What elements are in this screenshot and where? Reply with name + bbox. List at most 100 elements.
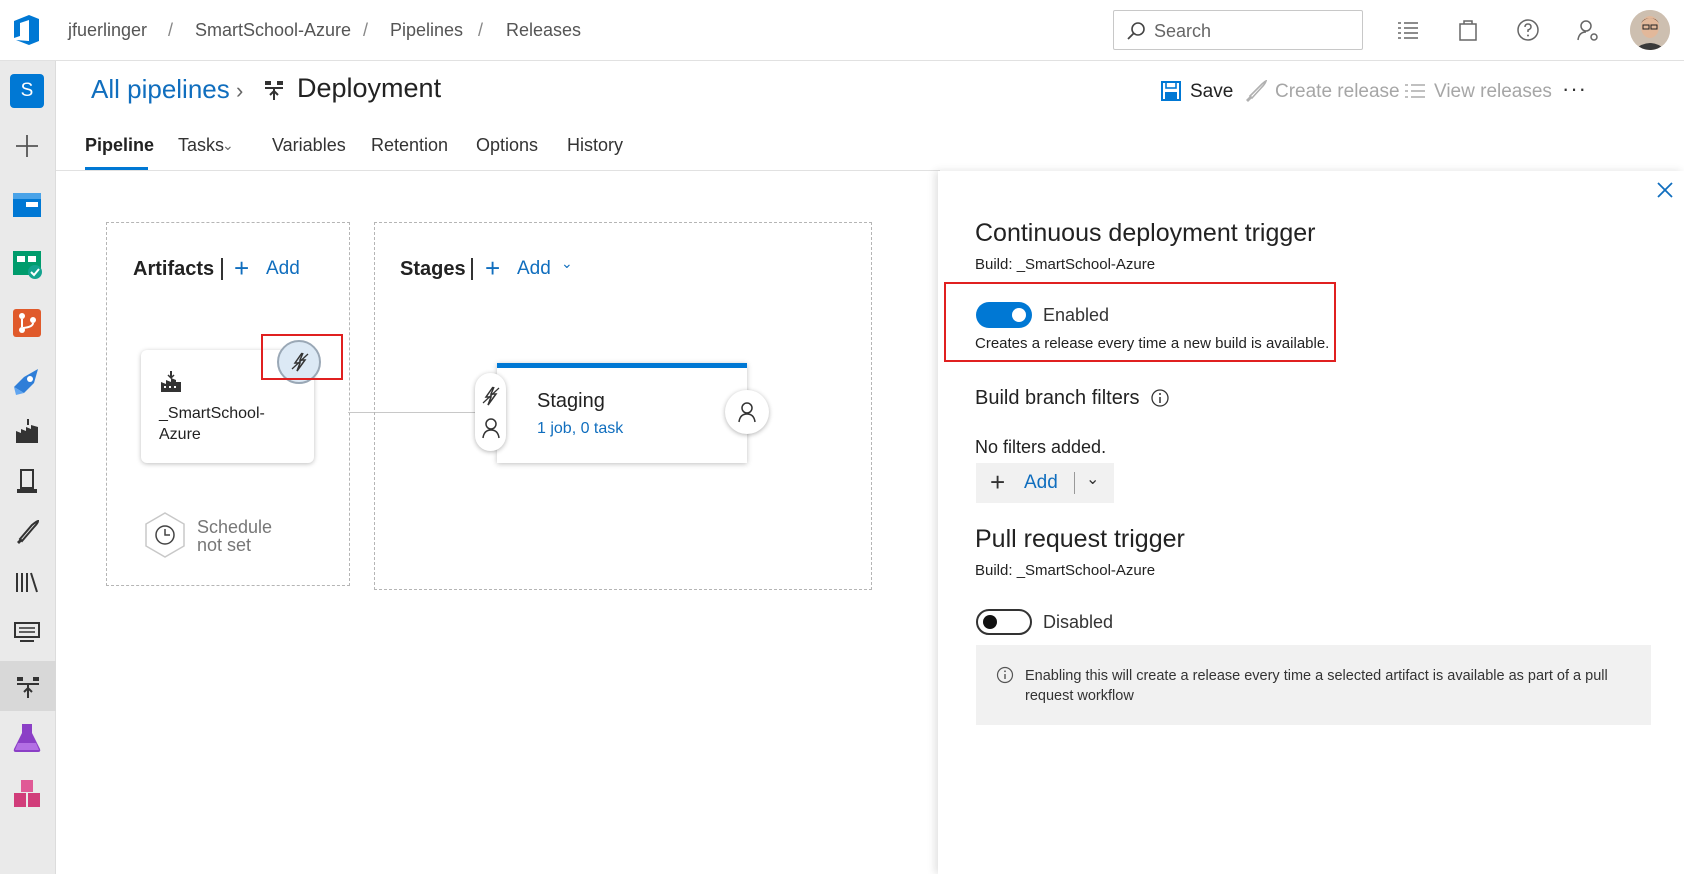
page-title: Deployment xyxy=(297,73,442,103)
pipelines-icon[interactable] xyxy=(10,365,44,399)
save-icon xyxy=(1161,81,1181,101)
stage-card-staging[interactable] xyxy=(497,363,747,463)
plus-icon: + xyxy=(485,253,501,283)
deployment-rocket-icon[interactable] xyxy=(10,515,44,549)
create-release-label: Create release xyxy=(1275,81,1400,102)
stages-title: Stages xyxy=(400,258,466,280)
more-actions-button[interactable]: ··· xyxy=(1562,76,1587,102)
releases-icon[interactable] xyxy=(10,465,44,499)
breadcrumb-releases[interactable]: Releases xyxy=(506,20,581,41)
view-releases-label: View releases xyxy=(1434,81,1552,102)
post-deployment-conditions-button[interactable] xyxy=(725,390,769,434)
pr-trigger-build: Build: _SmartSchool-Azure xyxy=(975,562,1156,579)
tab-tasks[interactable]: Tasks xyxy=(178,135,224,156)
user-settings-icon[interactable] xyxy=(1576,18,1600,42)
azure-devops-logo-icon[interactable] xyxy=(12,14,42,46)
pr-info-line-1: Enabling this will create a release ever… xyxy=(1025,668,1608,684)
schedule-line-1: Schedule xyxy=(197,517,273,537)
artifacts-title: Artifacts xyxy=(133,258,215,280)
highlight-box-enabled xyxy=(944,282,1336,362)
tab-retention[interactable]: Retention xyxy=(371,135,448,156)
release-pipeline-icon xyxy=(265,81,283,100)
deployment-groups-icon xyxy=(17,677,39,698)
chevron-right-icon: › xyxy=(236,78,244,103)
project-badge[interactable]: S xyxy=(10,74,44,108)
header-divider xyxy=(56,170,940,171)
schedule-status[interactable]: Schedule not set xyxy=(197,518,272,554)
divider xyxy=(471,258,473,280)
tab-options[interactable]: Options xyxy=(476,135,538,156)
breadcrumb-pipelines[interactable]: Pipelines xyxy=(390,20,463,41)
stage-name[interactable]: Staging xyxy=(537,390,605,413)
create-release-button[interactable]: Create release xyxy=(1243,78,1400,108)
artifacts-icon[interactable] xyxy=(10,777,44,811)
add-artifact-button[interactable]: + Add xyxy=(234,253,304,285)
tab-history[interactable]: History xyxy=(567,135,623,156)
breadcrumb-separator: / xyxy=(168,20,174,40)
help-icon[interactable] xyxy=(1516,18,1540,42)
breadcrumb-project[interactable]: SmartSchool-Azure xyxy=(195,20,351,41)
schedule-line-2: not set xyxy=(197,535,252,555)
no-filters-text: No filters added. xyxy=(975,437,1107,457)
plus-icon: + xyxy=(234,253,250,283)
lightning-icon xyxy=(482,386,500,406)
chevron-down-icon[interactable]: ⌄ xyxy=(222,137,234,154)
stage-jobs-link[interactable]: 1 job, 0 task xyxy=(537,420,623,438)
approver-icon xyxy=(738,402,756,423)
builds-icon[interactable] xyxy=(10,415,44,449)
schedule-icon[interactable] xyxy=(143,511,187,559)
cd-trigger-title: Continuous deployment trigger xyxy=(975,219,1316,247)
save-label: Save xyxy=(1190,81,1234,102)
add-stage-label: Add xyxy=(517,258,551,279)
avatar[interactable] xyxy=(1630,10,1670,50)
repos-icon[interactable] xyxy=(10,306,44,340)
add-stage-button[interactable]: + Add ⌄ xyxy=(485,253,577,285)
test-plans-icon[interactable] xyxy=(10,721,44,755)
cd-trigger-build: Build: _SmartSchool-Azure xyxy=(975,256,1156,273)
info-icon xyxy=(996,666,1014,684)
add-branch-filter-button[interactable]: + Add ⌄ xyxy=(976,463,1114,503)
add-filter-label: Add xyxy=(1024,472,1058,493)
overview-icon[interactable] xyxy=(10,188,44,222)
close-icon[interactable] xyxy=(1656,181,1674,199)
breadcrumb-separator: / xyxy=(363,20,369,40)
pr-trigger-toggle[interactable] xyxy=(976,609,1032,635)
task-groups-icon[interactable] xyxy=(10,615,44,649)
artifact-name: _SmartSchool-Azure xyxy=(159,405,265,443)
add-icon[interactable] xyxy=(10,129,44,163)
pr-info-text: Enabling this will create a release ever… xyxy=(1025,666,1640,706)
search-input[interactable]: Search xyxy=(1113,10,1363,50)
chevron-down-icon[interactable]: ⌄ xyxy=(1086,469,1099,489)
tab-pipeline[interactable]: Pipeline xyxy=(85,135,154,156)
pr-trigger-title: Pull request trigger xyxy=(975,525,1185,553)
divider xyxy=(221,258,223,280)
breadcrumb-org[interactable]: jfuerlinger xyxy=(68,20,147,41)
pr-disabled-label: Disabled xyxy=(1043,612,1114,632)
pr-info-line-2: request workflow xyxy=(1025,688,1134,704)
pre-deployment-conditions-button[interactable] xyxy=(475,373,506,451)
search-placeholder: Search xyxy=(1154,21,1212,41)
save-button[interactable]: Save xyxy=(1160,78,1248,108)
plus-icon: + xyxy=(990,467,1006,497)
divider xyxy=(1074,472,1075,494)
left-nav-rail: S xyxy=(0,61,56,874)
list-icon xyxy=(1405,84,1425,98)
tab-variables[interactable]: Variables xyxy=(272,135,346,156)
boards-icon[interactable] xyxy=(10,247,44,281)
library-icon[interactable] xyxy=(10,565,44,599)
chevron-down-icon: ⌄ xyxy=(561,255,573,271)
approver-icon xyxy=(482,418,500,439)
marketplace-bag-icon[interactable] xyxy=(1456,18,1480,42)
trigger-settings-panel xyxy=(938,171,1684,874)
rocket-icon xyxy=(1246,80,1267,102)
info-icon[interactable] xyxy=(1150,388,1170,408)
branch-filters-title: Build branch filters xyxy=(975,387,1140,409)
work-items-list-icon[interactable] xyxy=(1396,18,1420,42)
pr-info-box: Enabling this will create a release ever… xyxy=(976,645,1651,725)
breadcrumb-separator: / xyxy=(478,20,484,40)
all-pipelines-link[interactable]: All pipelines xyxy=(91,74,230,105)
view-releases-button[interactable]: View releases xyxy=(1404,78,1554,108)
build-artifact-icon xyxy=(161,371,181,392)
top-bar: jfuerlinger / SmartSchool-Azure / Pipeli… xyxy=(0,0,1684,61)
rail-item-deployment-groups-selected[interactable] xyxy=(0,661,56,711)
